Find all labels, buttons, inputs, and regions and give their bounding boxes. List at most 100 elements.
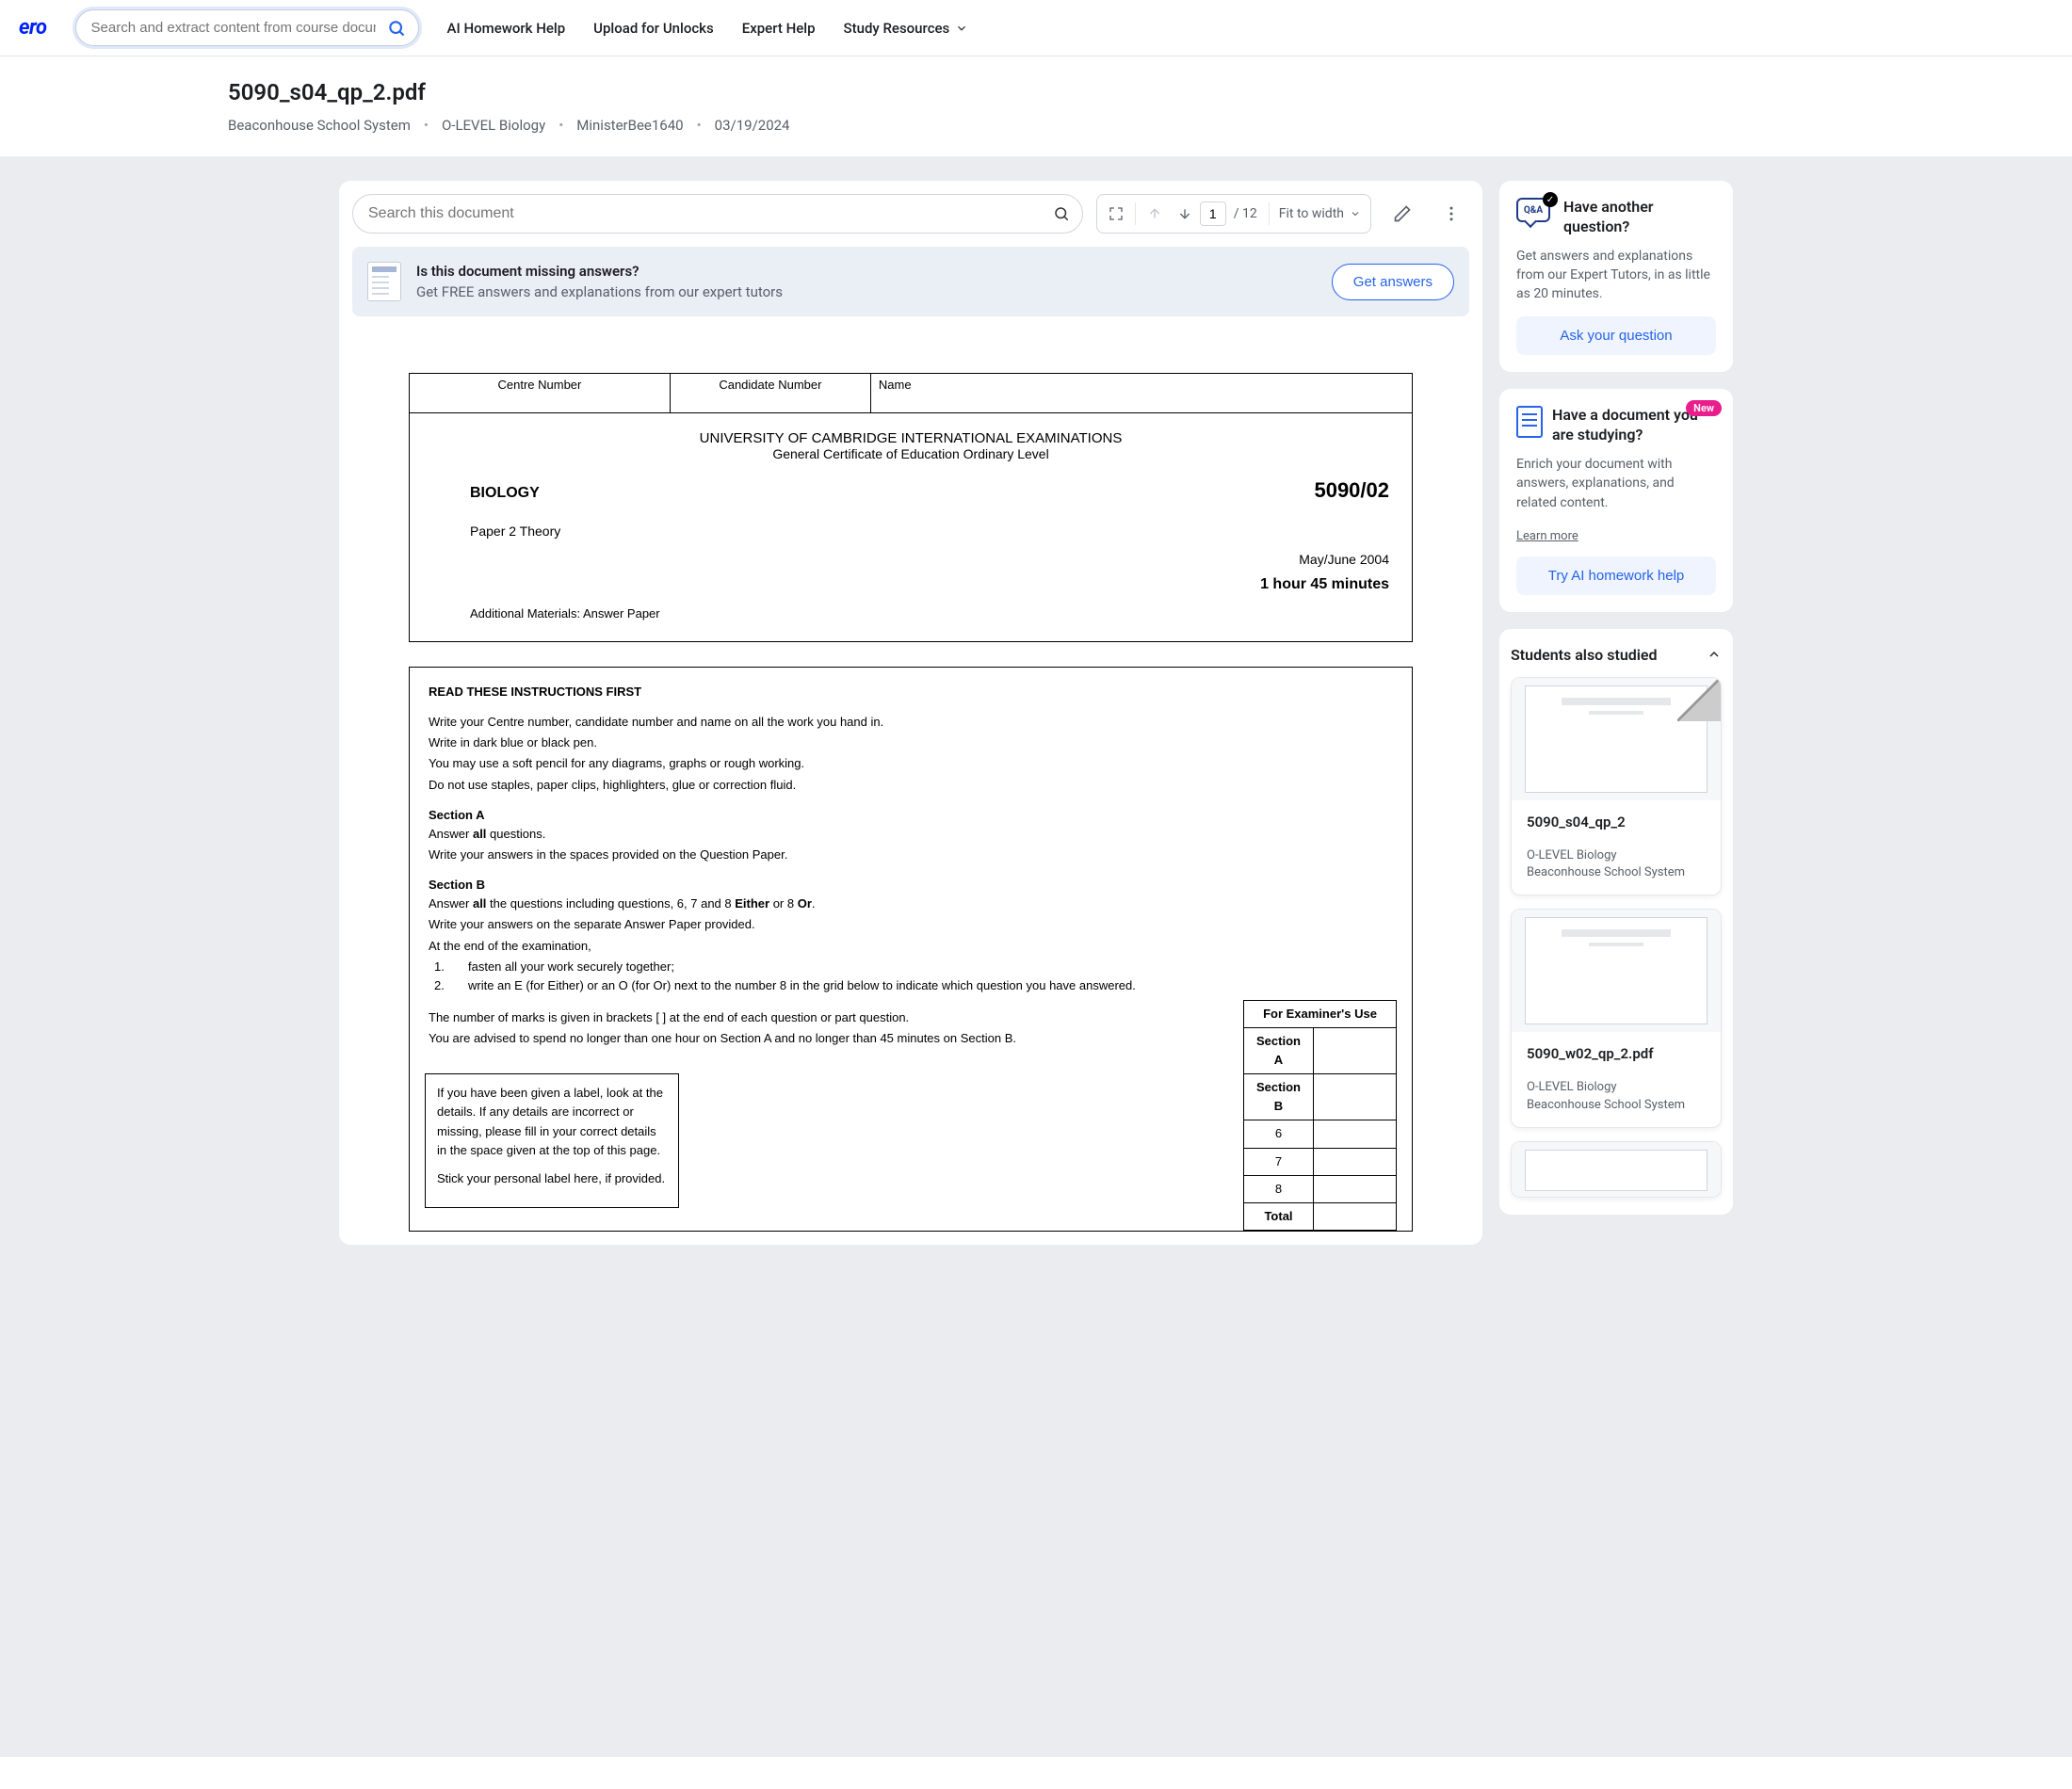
annotate-button[interactable]: [1384, 196, 1420, 232]
more-button[interactable]: [1433, 196, 1469, 232]
title-box: UNIVERSITY OF CAMBRIDGE INTERNATIONAL EX…: [409, 413, 1413, 642]
related-title: 5090_w02_qp_2.pdf: [1527, 1045, 1706, 1062]
separator: [1135, 202, 1136, 225]
fullscreen-icon: [1109, 206, 1124, 221]
nav-study-resources-label: Study Resources: [844, 20, 950, 37]
instr-line: Answer all the questions including quest…: [429, 894, 1393, 913]
candidate-header-table: Centre Number Candidate Number Name: [409, 373, 1413, 413]
related-meta: O-LEVEL Biology: [1527, 1079, 1706, 1096]
page-number-input[interactable]: [1200, 201, 1226, 226]
nav-study-resources[interactable]: Study Resources: [844, 20, 969, 37]
chevron-down-icon: [955, 22, 968, 35]
breadcrumb-sep: •: [697, 117, 702, 134]
instructions-box: READ THESE INSTRUCTIONS FIRST Write your…: [409, 667, 1413, 1232]
fullscreen-button[interactable]: [1101, 199, 1131, 229]
pencil-icon: [1393, 204, 1412, 223]
instr-line: Write your answers on the separate Answe…: [429, 915, 1393, 934]
label-box-text1: If you have been given a label, look at …: [437, 1084, 667, 1160]
related-meta: Beaconhouse School System: [1527, 1097, 1706, 1114]
ex-row: 7: [1244, 1148, 1314, 1175]
study-doc-card: New Have a document you are studying? En…: [1499, 389, 1733, 611]
learn-more-link[interactable]: Learn more: [1516, 529, 1578, 543]
paper-row: Paper 2 Theory: [432, 524, 1389, 539]
try-ai-homework-button[interactable]: Try AI homework help: [1516, 556, 1716, 595]
page-header: 5090_s04_qp_2.pdf Beaconhouse School Sys…: [228, 56, 1641, 156]
sas-header[interactable]: Students also studied: [1511, 646, 1722, 664]
qa-title: Have another question?: [1563, 198, 1716, 237]
materials-row: Additional Materials: Answer Paper: [432, 606, 1389, 621]
label-box-text2: Stick your personal label here, if provi…: [437, 1169, 667, 1188]
exam-duration: 1 hour 45 minutes: [432, 576, 1389, 593]
qa-desc: Get answers and explanations from our Ex…: [1516, 247, 1716, 304]
university-line: UNIVERSITY OF CAMBRIDGE INTERNATIONAL EX…: [432, 430, 1389, 446]
pdf-page-1: Centre Number Candidate Number Name UNIV…: [409, 335, 1413, 1232]
separator: [1269, 202, 1270, 225]
instr-line: Write in dark blue or black pen.: [429, 733, 1393, 752]
document-viewer: / 12 Fit to width: [339, 181, 1482, 1245]
breadcrumb-school[interactable]: Beaconhouse School System: [228, 117, 411, 134]
top-nav: ero AI Homework Help Upload for Unlocks …: [0, 0, 2072, 56]
section-b-heading: Section B: [429, 876, 1393, 894]
header-candidate-number: Candidate Number: [670, 374, 870, 413]
related-thumbnail: [1512, 910, 1721, 1032]
ex-row: 6: [1244, 1120, 1314, 1148]
logo: ero: [19, 16, 47, 40]
breadcrumb-date: 03/19/2024: [715, 117, 790, 134]
gce-line: General Certificate of Education Ordinar…: [432, 446, 1389, 461]
search-icon[interactable]: [1053, 205, 1070, 222]
study-desc: Enrich your document with answers, expla…: [1516, 455, 1716, 512]
banner-title: Is this document missing answers?: [416, 263, 1317, 280]
related-doc-card[interactable]: 5090_w02_qp_2.pdf O-LEVEL Biology Beacon…: [1511, 909, 1722, 1127]
doc-search-input[interactable]: [352, 194, 1083, 234]
related-thumbnail: [1512, 678, 1721, 800]
subject: BIOLOGY: [432, 485, 540, 502]
next-page-button[interactable]: [1170, 199, 1200, 229]
exam-date: May/June 2004: [432, 552, 1389, 567]
nav-expert-help[interactable]: Expert Help: [742, 20, 816, 37]
instr-list-item: 1.fasten all your work securely together…: [434, 958, 1393, 976]
ex-row: Section A: [1244, 1027, 1314, 1073]
related-doc-card[interactable]: 5090_s04_qp_2 O-LEVEL Biology Beaconhous…: [1511, 677, 1722, 895]
chevron-up-icon: [1707, 647, 1722, 662]
banner-subtitle: Get FREE answers and explanations from o…: [416, 283, 1317, 300]
ask-question-button[interactable]: Ask your question: [1516, 316, 1716, 355]
page-body: / 12 Fit to width: [0, 156, 2072, 1757]
examiner-use-table: For Examiner's Use Section A Section B 6…: [1243, 1000, 1397, 1231]
section-a-heading: Section A: [429, 806, 1393, 825]
qa-card: Q&A ✓ Have another question? Get answers…: [1499, 181, 1733, 372]
sas-title: Students also studied: [1511, 646, 1658, 664]
breadcrumb-user[interactable]: MinisterBee1640: [576, 117, 683, 134]
global-search-input[interactable]: [75, 9, 419, 46]
breadcrumb-sep: •: [424, 117, 429, 134]
more-vertical-icon: [1442, 204, 1461, 223]
viewer-toolbar: / 12 Fit to width: [352, 194, 1469, 234]
instr-line: Do not use staples, paper clips, highlig…: [429, 776, 1393, 795]
document-icon: [367, 262, 401, 301]
get-answers-button[interactable]: Get answers: [1332, 264, 1454, 300]
zoom-select[interactable]: Fit to width: [1273, 206, 1367, 221]
related-meta: Beaconhouse School System: [1527, 864, 1706, 881]
doc-search-box: [352, 194, 1083, 234]
header-centre-number: Centre Number: [410, 374, 671, 413]
breadcrumb: Beaconhouse School System • O-LEVEL Biol…: [228, 117, 1641, 134]
label-box: If you have been given a label, look at …: [425, 1073, 679, 1208]
right-sidebar: Q&A ✓ Have another question? Get answers…: [1499, 181, 1733, 1245]
instr-line: Answer all questions.: [429, 825, 1393, 844]
arrow-down-icon: [1177, 206, 1192, 221]
nav-ai-homework[interactable]: AI Homework Help: [447, 20, 566, 37]
search-icon[interactable]: [387, 19, 406, 38]
related-doc-card[interactable]: [1511, 1141, 1722, 1198]
page-total: / 12: [1226, 206, 1265, 221]
related-title: 5090_s04_qp_2: [1527, 814, 1706, 830]
related-meta: O-LEVEL Biology: [1527, 847, 1706, 864]
new-badge: New: [1686, 400, 1722, 416]
instr-line: You may use a soft pencil for any diagra…: [429, 754, 1393, 773]
page-controls: / 12 Fit to width: [1096, 194, 1371, 234]
instr-line: At the end of the examination,: [429, 937, 1393, 956]
breadcrumb-course[interactable]: O-LEVEL Biology: [442, 117, 545, 134]
document-icon: [1516, 406, 1543, 438]
nav-upload[interactable]: Upload for Unlocks: [593, 20, 714, 37]
zoom-label: Fit to width: [1279, 206, 1344, 221]
prev-page-button[interactable]: [1140, 199, 1170, 229]
arrow-up-icon: [1147, 206, 1162, 221]
